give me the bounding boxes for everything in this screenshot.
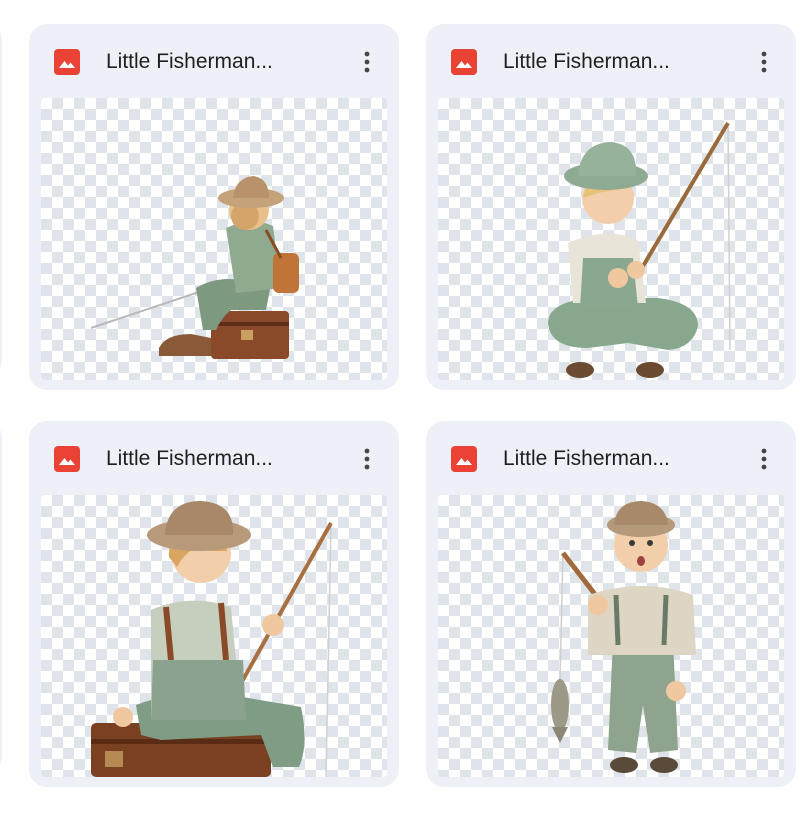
file-card[interactable]: Little Fisherman... [426,421,796,787]
image-file-icon [451,49,477,75]
more-options-button[interactable] [746,441,782,477]
image-file-icon [54,49,80,75]
file-title: Little Fisherman... [503,447,670,470]
more-options-button[interactable] [746,44,782,80]
file-card-header: Little Fisherman... [426,421,796,495]
image-preview[interactable] [41,495,387,777]
file-card-header: Little Fisherman... [29,421,399,495]
more-vert-icon [761,448,767,470]
image-file-icon [54,446,80,472]
file-card-header: Little Fisherman... [29,24,399,98]
partial-file-card[interactable] [0,24,2,376]
more-options-button[interactable] [349,44,385,80]
file-card[interactable]: Little Fisherman... [426,24,796,390]
file-title: Little Fisherman... [106,50,273,73]
image-file-icon [451,446,477,472]
file-card[interactable]: Little Fisherman... [29,421,399,787]
file-card[interactable]: Little Fisherman... [29,24,399,390]
more-vert-icon [761,51,767,73]
file-title: Little Fisherman... [503,50,670,73]
file-card-header: Little Fisherman... [426,24,796,98]
more-vert-icon [364,51,370,73]
more-vert-icon [364,448,370,470]
partial-file-card[interactable] [0,421,2,773]
file-title: Little Fisherman... [106,447,273,470]
more-options-button[interactable] [349,441,385,477]
image-preview[interactable] [438,495,784,777]
image-preview[interactable] [41,98,387,380]
image-preview[interactable] [438,98,784,380]
